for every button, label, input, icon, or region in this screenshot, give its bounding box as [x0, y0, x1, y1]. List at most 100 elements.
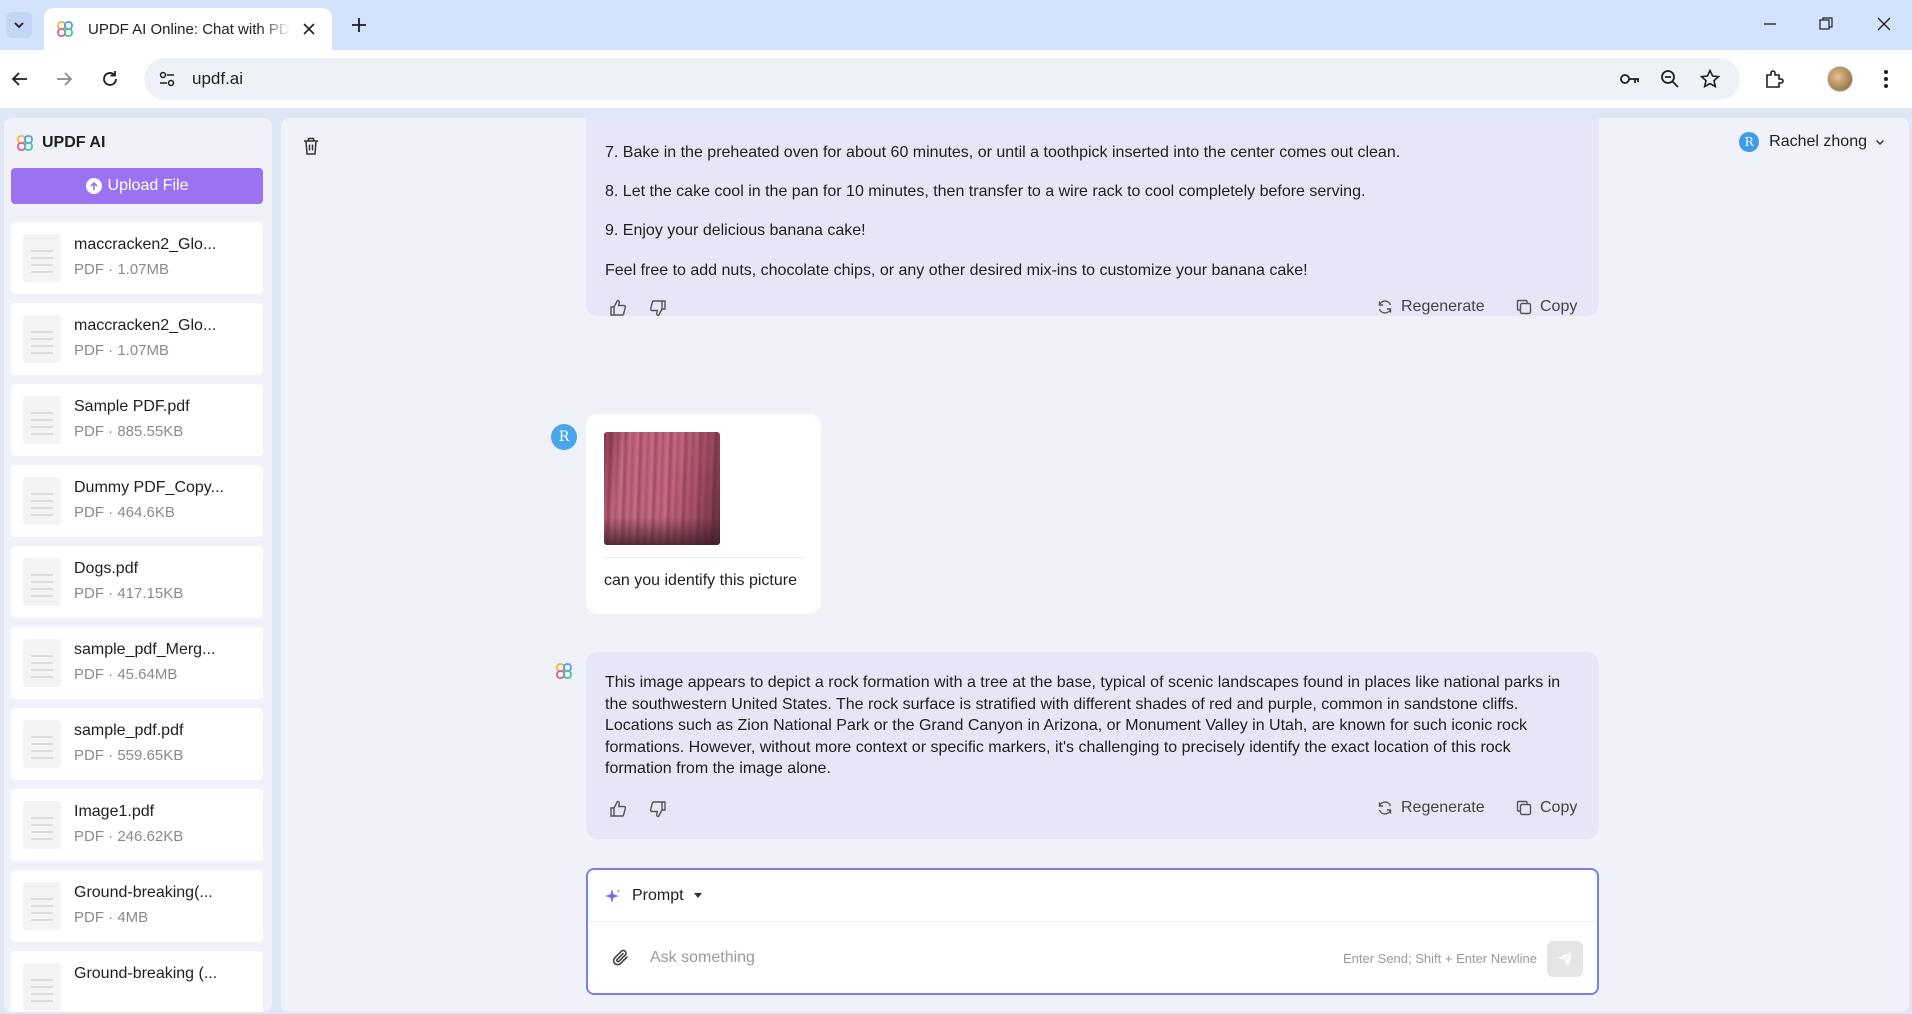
ai-message: 7. Bake in the preheated oven for about … — [586, 118, 1599, 317]
thumbs-down-icon — [649, 300, 666, 317]
user-menu[interactable]: R Rachel zhong — [1739, 132, 1885, 152]
ask-input[interactable] — [650, 945, 1290, 971]
arrow-left-icon — [11, 72, 27, 86]
file-name: maccracken2_Glo... — [74, 317, 217, 334]
profile-button[interactable] — [1824, 63, 1856, 95]
pdf-file-icon — [23, 639, 61, 687]
pdf-file-icon — [23, 315, 61, 363]
new-tab-button[interactable] — [346, 12, 372, 38]
upload-file-button[interactable]: Upload File — [11, 168, 263, 204]
thumbs-up-button[interactable] — [605, 796, 631, 822]
thumbs-up-icon — [610, 800, 627, 817]
tab-search-button[interactable] — [6, 12, 32, 38]
user-message: can you identify this picture — [586, 414, 821, 614]
file-item[interactable]: maccracken2_Glo... PDF · 1.07MB — [11, 222, 263, 294]
file-name: sample_pdf.pdf — [74, 722, 184, 739]
browser-toolbar: updf.ai — [0, 50, 1912, 108]
chevron-down-icon — [1875, 139, 1885, 146]
pdf-file-icon — [23, 963, 61, 1011]
paperclip-icon — [612, 949, 628, 966]
chat-panel: R Rachel zhong 7. Bake in the preheated … — [281, 118, 1909, 1012]
browser-tab-active[interactable]: UPDF AI Online: Chat with PDF — [44, 8, 332, 50]
pdf-file-icon — [23, 882, 61, 930]
clear-chat-button[interactable] — [297, 132, 325, 160]
file-meta: PDF · 1.07MB — [74, 261, 170, 278]
user-name: Rachel zhong — [1769, 133, 1867, 150]
pdf-file-icon — [23, 234, 61, 282]
address-bar[interactable]: updf.ai — [144, 58, 1740, 100]
caret-down-icon — [693, 893, 702, 898]
restore-icon — [1819, 17, 1833, 30]
upload-icon — [85, 178, 102, 194]
regenerate-button[interactable]: Regenerate — [1377, 298, 1485, 316]
refresh-icon — [1378, 300, 1392, 314]
close-window-button[interactable] — [1864, 8, 1904, 40]
copy-label: Copy — [1540, 298, 1578, 315]
file-item[interactable]: Ground-breaking (... — [11, 951, 263, 1012]
file-meta: PDF · 417.15KB — [74, 585, 184, 602]
reload-icon — [103, 71, 117, 86]
thumbs-up-icon — [610, 299, 627, 316]
trash-icon — [304, 137, 318, 155]
reload-button[interactable] — [94, 63, 126, 95]
forward-button[interactable] — [48, 63, 80, 95]
copy-button[interactable]: Copy — [1516, 799, 1577, 817]
pdf-file-icon — [23, 801, 61, 849]
browser-menu-button[interactable] — [1870, 63, 1902, 95]
regenerate-button[interactable]: Regenerate — [1377, 799, 1485, 817]
file-name: maccracken2_Glo... — [74, 236, 217, 253]
url-text[interactable]: updf.ai — [192, 69, 243, 89]
back-button[interactable] — [4, 63, 36, 95]
avatar: R — [1739, 132, 1760, 152]
zoom-button[interactable] — [1654, 63, 1686, 95]
file-name: Dummy PDF_Copy... — [74, 479, 224, 496]
message-actions: Regenerate Copy — [586, 293, 1599, 323]
tab-close-button[interactable] — [298, 18, 320, 40]
minimize-icon — [1764, 23, 1776, 25]
restore-button[interactable] — [1806, 8, 1846, 40]
avatar — [1827, 66, 1853, 92]
thumbs-up-button[interactable] — [605, 295, 631, 321]
extensions-button[interactable] — [1758, 63, 1790, 95]
file-meta: PDF · 45.64MB — [74, 666, 178, 683]
attach-file-button[interactable] — [608, 945, 634, 971]
copy-label: Copy — [1540, 799, 1578, 816]
file-item[interactable]: Dummy PDF_Copy... PDF · 464.6KB — [11, 465, 263, 537]
avatar: R — [551, 424, 577, 450]
thumbs-down-button[interactable] — [645, 295, 671, 321]
sparkle-icon — [605, 888, 621, 903]
file-item[interactable]: Dogs.pdf PDF · 417.15KB — [11, 546, 263, 618]
bookmark-button[interactable] — [1694, 63, 1726, 95]
password-key-button[interactable] — [1614, 63, 1646, 95]
sidebar: UPDF AI Upload File maccracken2_Glo... PD… — [4, 118, 272, 1012]
user-message-text: can you identify this picture — [604, 572, 797, 589]
file-item[interactable]: Sample PDF.pdf PDF · 885.55KB — [11, 384, 263, 456]
site-info-button[interactable] — [152, 64, 182, 94]
file-item[interactable]: Ground-breaking(... PDF · 4MB — [11, 870, 263, 942]
pdf-file-icon — [23, 558, 61, 606]
regenerate-label: Regenerate — [1401, 799, 1485, 816]
copy-button[interactable]: Copy — [1516, 298, 1577, 316]
chevron-down-icon — [14, 22, 24, 29]
thumbs-down-icon — [649, 801, 666, 818]
prompt-selector[interactable]: Prompt — [588, 870, 1597, 922]
star-icon — [1700, 69, 1720, 89]
updf-logo-icon — [556, 663, 572, 679]
prompt-label: Prompt — [632, 886, 684, 904]
thumbs-down-button[interactable] — [645, 796, 671, 822]
minimize-button[interactable] — [1750, 8, 1790, 40]
message-actions: Regenerate Copy — [586, 794, 1599, 824]
file-item[interactable]: maccracken2_Glo... PDF · 1.07MB — [11, 303, 263, 375]
brand: UPDF AI — [16, 134, 105, 152]
send-button[interactable] — [1547, 941, 1583, 977]
attached-image[interactable] — [604, 432, 720, 545]
pdf-file-icon — [23, 720, 61, 768]
regenerate-label: Regenerate — [1401, 298, 1485, 315]
ai-message: This image appears to depict a rock form… — [586, 652, 1599, 839]
file-item[interactable]: sample_pdf_Merg... PDF · 45.64MB — [11, 627, 263, 699]
copy-icon — [1516, 299, 1532, 315]
file-item[interactable]: Image1.pdf PDF · 246.62KB — [11, 789, 263, 861]
file-item[interactable]: sample_pdf.pdf PDF · 559.65KB — [11, 708, 263, 780]
send-hint: Enter Send; Shift + Enter Newline — [1342, 951, 1537, 966]
answer-closing: Feel free to add nuts, chocolate chips, … — [605, 262, 1308, 279]
